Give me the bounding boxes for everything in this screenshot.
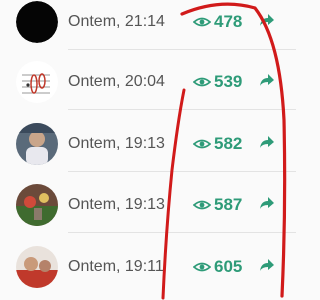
status-thumbnail[interactable] (16, 184, 58, 226)
eye-icon (193, 17, 211, 27)
view-count-value: 587 (214, 195, 243, 214)
eye-icon (193, 200, 211, 210)
status-time: Ontem, 20:04 (68, 73, 165, 90)
share-arrow-icon[interactable] (259, 135, 275, 149)
status-thumbnail[interactable] (16, 123, 58, 165)
divider (68, 171, 296, 172)
status-views-list: Ontem, 21:14 478 Ontem, 20:04 539 Ontem,… (0, 0, 296, 300)
status-time: Ontem, 21:14 (68, 13, 165, 30)
view-count-value: 582 (214, 134, 243, 153)
status-thumbnail[interactable] (16, 61, 58, 103)
status-thumbnail[interactable] (16, 1, 58, 43)
divider (68, 49, 296, 50)
share-arrow-icon[interactable] (259, 73, 275, 87)
status-time: Ontem, 19:13 (68, 135, 165, 152)
view-count-value: 539 (214, 72, 243, 91)
share-arrow-icon[interactable] (259, 13, 275, 27)
status-thumbnail[interactable] (16, 246, 58, 288)
list-item[interactable]: Ontem, 19:13 587 (0, 178, 296, 233)
list-item[interactable]: Ontem, 19:13 582 (0, 117, 296, 172)
status-time: Ontem, 19:11 (68, 258, 164, 275)
eye-icon (193, 262, 211, 272)
divider (68, 109, 296, 110)
share-arrow-icon[interactable] (259, 196, 275, 210)
view-count: 582 (193, 134, 242, 154)
list-item[interactable]: Ontem, 20:04 539 (0, 55, 296, 110)
eye-icon (193, 77, 211, 87)
view-count: 605 (193, 257, 242, 277)
view-count-value: 478 (214, 12, 243, 31)
view-count: 587 (193, 195, 242, 215)
share-arrow-icon[interactable] (259, 258, 275, 272)
list-item[interactable]: Ontem, 19:11 605 (0, 240, 296, 295)
divider (68, 232, 296, 233)
view-count: 539 (193, 72, 242, 92)
eye-icon (193, 139, 211, 149)
status-time: Ontem, 19:13 (68, 196, 165, 213)
view-count-value: 605 (214, 257, 243, 276)
list-item[interactable]: Ontem, 21:14 478 (0, 0, 296, 50)
view-count: 478 (193, 12, 242, 32)
